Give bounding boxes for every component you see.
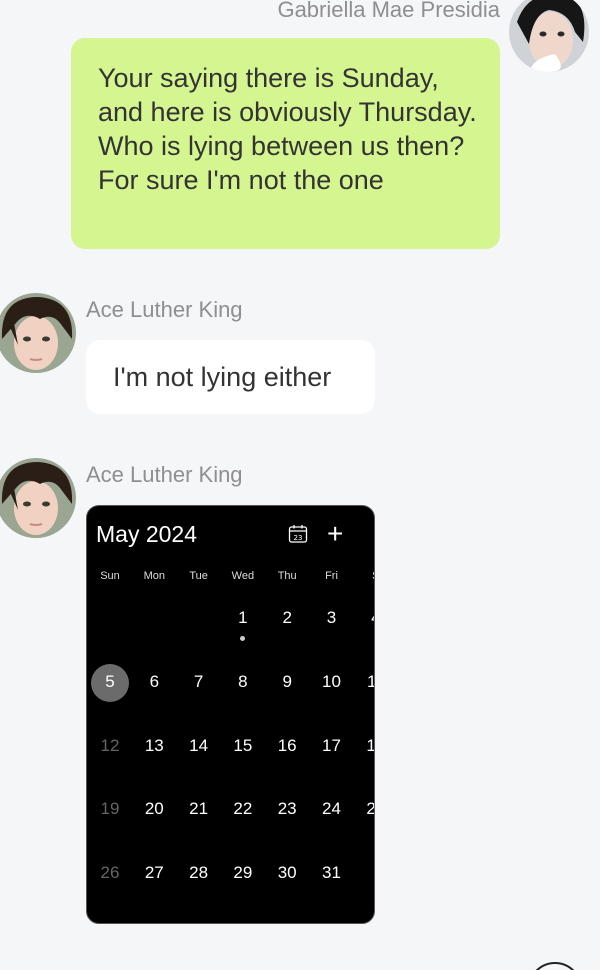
calendar-day[interactable]: 27 xyxy=(132,863,176,883)
calendar-day[interactable]: 28 xyxy=(177,863,221,883)
calendar-day[interactable]: 7 xyxy=(177,672,221,692)
calendar-day[interactable]: 25 xyxy=(354,799,374,819)
calendar-day[interactable]: 21 xyxy=(177,799,221,819)
calendar-day[interactable]: 16 xyxy=(265,736,309,756)
calendar-day[interactable]: 4 xyxy=(354,608,374,628)
calendar-day[interactable]: 1 xyxy=(221,608,265,628)
calendar-month-title: May 2024 xyxy=(96,521,198,547)
calendar-day[interactable]: 20 xyxy=(132,799,176,819)
weekday-label: Sun xyxy=(100,570,120,582)
weekday-label: Mon xyxy=(143,570,165,582)
more-icon: ⋮ xyxy=(369,520,374,546)
calendar-day[interactable]: 9 xyxy=(265,672,309,692)
calendar-day[interactable]: 17 xyxy=(310,736,354,756)
calendar-day[interactable]: 12 xyxy=(88,736,132,756)
calendar-day[interactable]: 19 xyxy=(88,799,132,819)
calendar-day[interactable]: 18 xyxy=(354,736,374,756)
calendar-day[interactable]: 13 xyxy=(132,736,176,756)
calendar-day[interactable]: 23 xyxy=(265,799,309,819)
calendar-day[interactable]: 31 xyxy=(310,863,354,883)
calendar-day[interactable]: 11 xyxy=(354,672,374,692)
weekday-label: Fri xyxy=(325,570,338,582)
weekday-label: Wed xyxy=(231,570,255,582)
calendar-day[interactable]: 14 xyxy=(177,736,221,756)
plus-icon: + xyxy=(327,518,344,549)
avatar-next-message xyxy=(528,962,582,970)
calendar-day[interactable]: 2 xyxy=(265,608,309,628)
calendar-day[interactable]: 22 xyxy=(221,799,265,819)
calendar-day[interactable]: 24 xyxy=(310,799,354,819)
weekday-label: Tue xyxy=(189,570,208,582)
message-bubble-outgoing[interactable]: Your saying there is Sunday, and here is… xyxy=(71,38,500,249)
avatar-ace[interactable] xyxy=(0,458,76,538)
message-text: I'm not lying either xyxy=(113,362,332,392)
message-text: Your saying there is Sunday, and here is… xyxy=(98,63,477,195)
event-dot xyxy=(240,636,246,641)
calendar-day[interactable]: 3 xyxy=(310,608,354,628)
avatar-gabriella[interactable] xyxy=(509,0,589,72)
sender-name-incoming: Ace Luther King xyxy=(86,297,243,322)
calendar-image-message[interactable]: May 2024 23 + ⋮ SunMonTueWedThuFriS 1234… xyxy=(86,505,375,924)
chat-view: Gabriella Mae Presidia Your saying there… xyxy=(0,0,600,970)
calendar-day[interactable]: 5 xyxy=(88,672,132,692)
sender-name-outgoing: Gabriella Mae Presidia xyxy=(277,0,500,22)
calendar-day[interactable]: 15 xyxy=(221,736,265,756)
calendar-day[interactable]: 8 xyxy=(221,672,265,692)
weekday-label: S xyxy=(354,570,374,582)
message-bubble-incoming[interactable]: I'm not lying either xyxy=(86,340,375,414)
avatar-ace[interactable] xyxy=(0,293,76,373)
svg-text:23: 23 xyxy=(294,534,303,542)
calendar-day[interactable]: 6 xyxy=(132,672,176,692)
calendar-day[interactable]: 29 xyxy=(221,863,265,883)
calendar-icon: 23 xyxy=(288,525,308,543)
calendar-day[interactable]: 10 xyxy=(310,672,354,692)
weekday-label: Thu xyxy=(277,570,297,582)
calendar-day[interactable]: 26 xyxy=(88,863,132,883)
sender-name-incoming: Ace Luther King xyxy=(86,462,243,487)
calendar-day[interactable]: 30 xyxy=(265,863,309,883)
